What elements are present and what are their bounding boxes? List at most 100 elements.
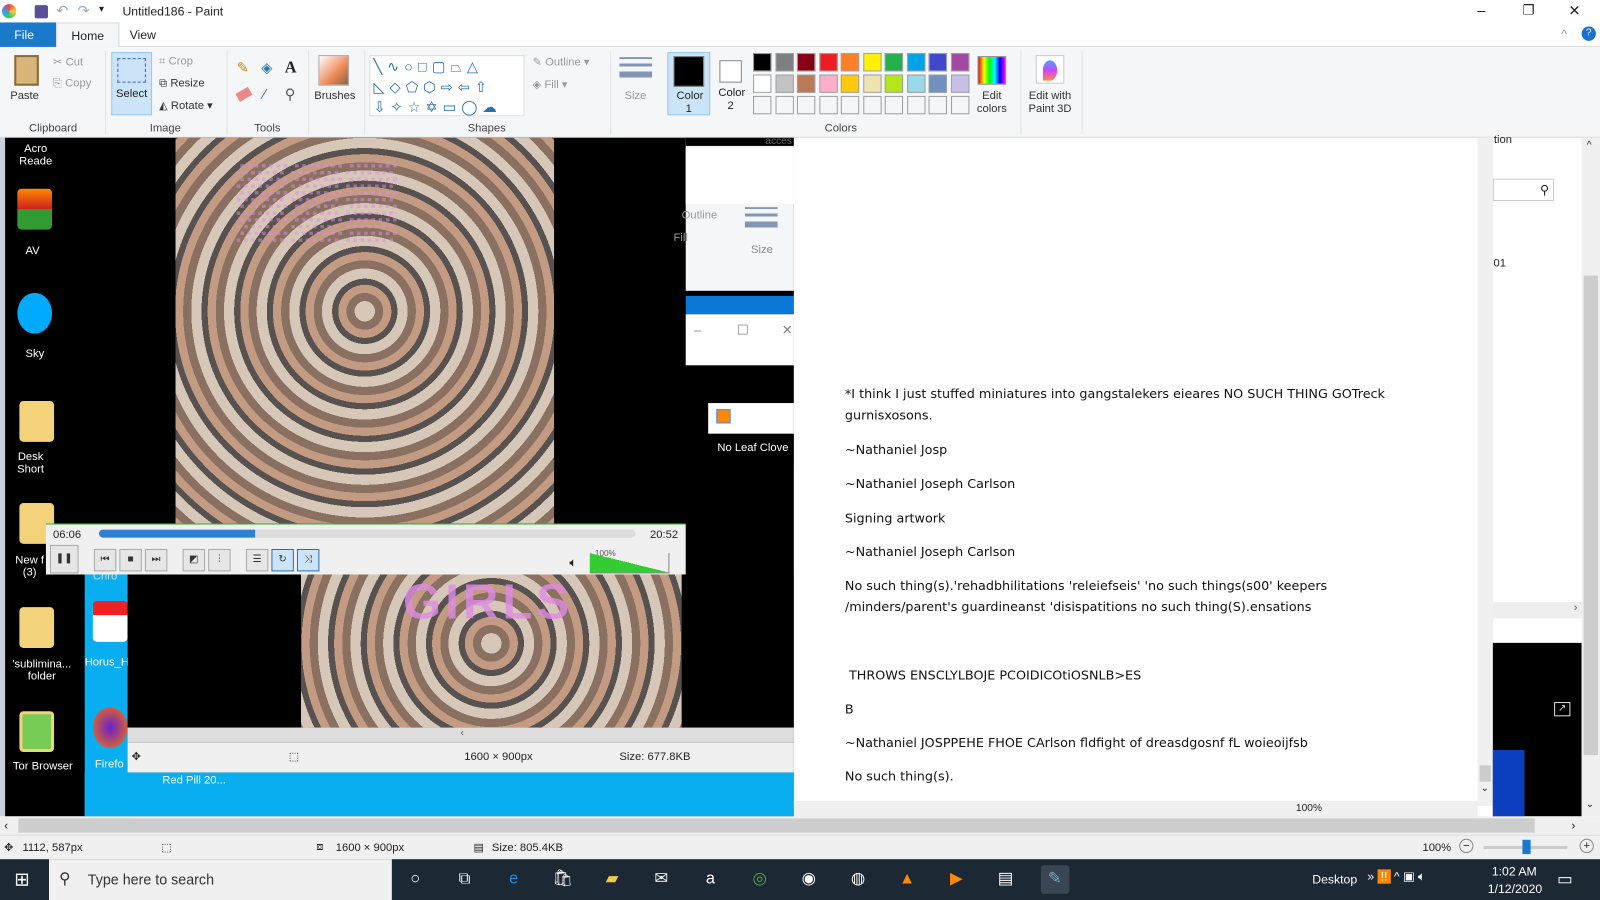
zoom-out-button[interactable]: − [1459, 838, 1474, 854]
color1-button[interactable]: Color 1 [667, 52, 711, 116]
fill-button[interactable]: ◈ Fill ▾ [533, 78, 568, 91]
collapse-ribbon-icon[interactable]: ^ [1561, 27, 1567, 41]
pencil-icon[interactable]: ✎ [237, 59, 249, 76]
task-view-icon[interactable]: ⧉ [450, 865, 479, 894]
zoom-in-button[interactable]: + [1579, 838, 1594, 854]
edit-colors-icon[interactable] [977, 56, 1007, 85]
desktop-toolbar[interactable]: Desktop [1312, 872, 1357, 886]
paint3d-icon[interactable] [1035, 55, 1065, 84]
color-swatch[interactable] [796, 53, 816, 72]
rotate-button[interactable]: ◭ Rotate ▾ [159, 99, 213, 112]
cortana-icon[interactable]: ○ [401, 865, 430, 894]
edit-with-paint3d-button[interactable]: Edit with Paint 3D [1024, 90, 1075, 117]
edge-icon[interactable]: e [499, 865, 528, 894]
seek-bar[interactable] [98, 529, 636, 538]
color-swatch[interactable] [928, 53, 947, 72]
select-button[interactable]: Select [111, 52, 153, 116]
undo-icon[interactable]: ↶ [56, 2, 68, 19]
color-swatch[interactable] [796, 95, 816, 115]
brushes-button[interactable]: Brushes [314, 90, 355, 102]
color-swatch[interactable] [774, 53, 794, 72]
color-swatch[interactable] [840, 74, 860, 93]
clock-time[interactable]: 1:02 AM [1492, 864, 1537, 878]
save-icon[interactable] [34, 5, 48, 19]
fullscreen-button[interactable]: ◩ [182, 548, 206, 572]
extended-settings-button[interactable]: ⫶ [208, 548, 231, 572]
text-icon[interactable]: A [285, 59, 297, 77]
color-swatch[interactable] [928, 74, 947, 93]
color-swatch[interactable] [950, 74, 969, 93]
color-swatch[interactable] [840, 53, 860, 72]
color-swatch[interactable] [818, 74, 838, 93]
canvas-area[interactable]: Acro Reade AV Sky Desk Short New f (3) '… [0, 134, 1600, 817]
loop-button[interactable]: ↻ [271, 548, 294, 572]
shapes-gallery[interactable]: ╲∿○□▢⏢△ ◺◇⬠⬡⇨⇦⇧ ⇩✧☆✡▭◯☁ [369, 55, 525, 117]
notifications-icon[interactable]: ▭ [1557, 869, 1572, 889]
pause-button[interactable]: ❚❚ [49, 544, 79, 574]
color-swatch[interactable] [753, 74, 772, 93]
color-swatch[interactable] [884, 95, 904, 115]
shuffle-button[interactable]: ⤨ [296, 548, 320, 572]
next-button[interactable]: ⏭ [144, 548, 168, 572]
resize-button[interactable]: ⧉ Resize [159, 78, 204, 91]
color-swatch[interactable] [818, 95, 838, 115]
color-swatch[interactable] [906, 74, 925, 93]
volume-slider[interactable] [589, 553, 670, 574]
color-swatch[interactable] [774, 95, 794, 115]
zoom-slider[interactable] [1483, 839, 1568, 855]
color-swatch[interactable] [862, 95, 882, 115]
paint-icon[interactable]: ✎ [1040, 865, 1069, 894]
color-swatch[interactable] [862, 74, 882, 93]
main-v-scrollbar[interactable]: ^ ⌄ [1581, 137, 1600, 817]
notepad-doc-icon[interactable]: ▤ [991, 865, 1020, 894]
color-app-icon[interactable]: ◍ [844, 865, 873, 894]
speaker-icon[interactable]: 🔈︎ [569, 555, 576, 570]
mail-icon[interactable]: ✉ [647, 865, 676, 894]
main-h-scrollbar[interactable]: ‹ › [0, 816, 1600, 835]
color-swatch[interactable] [753, 95, 772, 115]
copy-button[interactable]: ⎘ Copy [53, 78, 91, 91]
color-swatch[interactable] [862, 53, 882, 72]
edit-colors-button[interactable]: Edit colors [974, 90, 1009, 117]
previous-button[interactable]: ⏮ [93, 548, 117, 572]
media-player-icon[interactable]: ▶ [942, 865, 971, 894]
doc-v-scrollbar[interactable]: ⌄ [1477, 137, 1493, 807]
color-picker-icon[interactable]: ⁄ [263, 86, 265, 102]
playlist-button[interactable]: ☰ [245, 548, 269, 572]
crop-button[interactable]: ⌗ Crop [159, 55, 193, 68]
minimize-button[interactable]: – [1478, 2, 1486, 18]
color-swatch[interactable] [906, 95, 925, 115]
tray-icons[interactable]: » !! ^ ▣ 🔈︎ [1367, 869, 1425, 884]
outline-button[interactable]: ✎ Outline ▾ [533, 55, 590, 68]
color-swatch[interactable] [928, 95, 947, 115]
amazon-icon[interactable]: a [696, 865, 725, 894]
color-swatch[interactable] [950, 95, 969, 115]
color-swatch[interactable] [796, 74, 816, 93]
search-box[interactable]: ⚲ Type here to search [48, 859, 392, 900]
vlc-icon[interactable]: ▲ [893, 865, 922, 894]
color-swatch[interactable] [774, 74, 794, 93]
camera-app-icon[interactable]: ◉ [794, 865, 823, 894]
color-swatch[interactable] [818, 53, 838, 72]
tab-file[interactable]: File [0, 22, 57, 47]
size-button[interactable]: Size [624, 90, 646, 102]
close-button[interactable]: ✕ [1568, 2, 1580, 19]
file-explorer-icon[interactable]: ▰ [598, 865, 627, 894]
cut-button[interactable]: ✂ Cut [53, 55, 83, 68]
tab-home[interactable]: Home [56, 22, 120, 47]
color-swatch[interactable] [840, 95, 860, 115]
fill-bucket-icon[interactable]: ◈ [261, 59, 272, 76]
nested-h-scrollbar[interactable]: ‹ [127, 727, 794, 743]
customize-toolbar-icon[interactable]: ▾ [99, 4, 104, 15]
color-swatch[interactable] [753, 53, 772, 72]
store-icon[interactable]: 🛍︎ [549, 865, 578, 894]
eraser-icon[interactable] [235, 86, 253, 102]
search-box[interactable]: ⚲ [1492, 178, 1555, 202]
redo-icon[interactable]: ↷ [78, 2, 90, 19]
h-scrollbar-fragment[interactable]: › [1492, 602, 1582, 619]
color-swatch[interactable] [950, 53, 969, 72]
start-button[interactable]: ⊞ [14, 869, 29, 890]
magnifier-icon[interactable]: ⚲ [285, 86, 295, 103]
color-swatch[interactable] [884, 53, 904, 72]
color2-button[interactable]: Color 2 [714, 52, 747, 115]
